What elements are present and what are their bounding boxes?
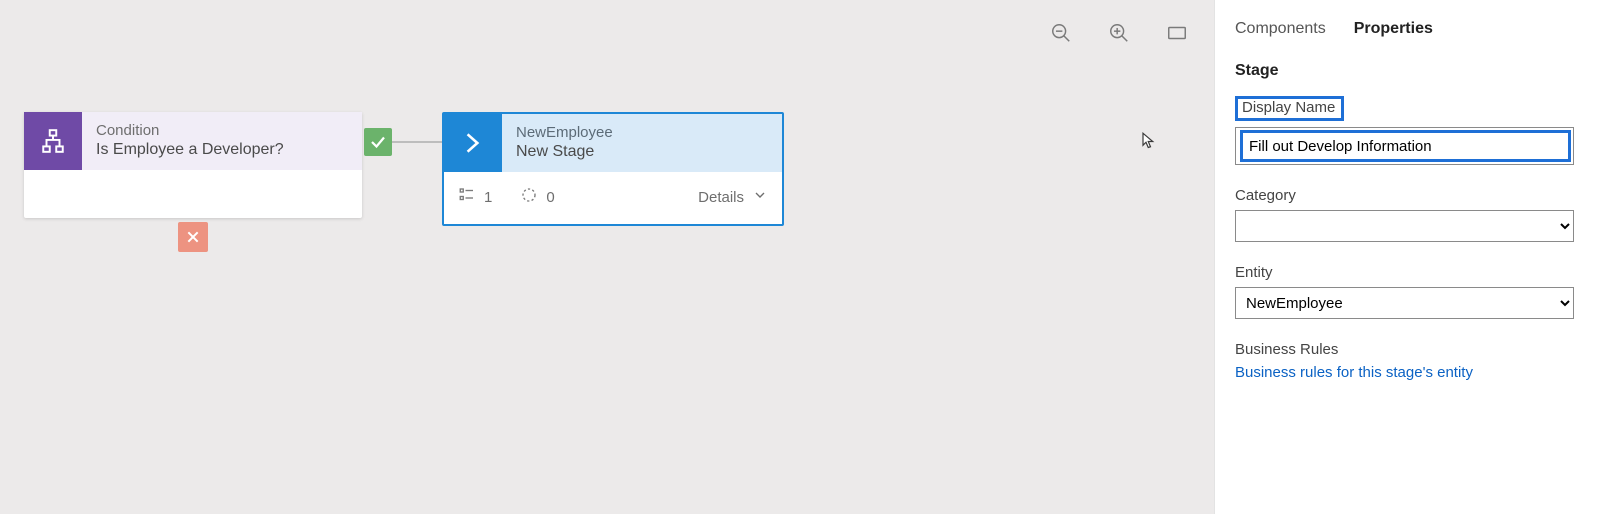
business-rules-block: Business Rules Business rules for this s… — [1235, 341, 1574, 382]
dashed-circle-icon — [520, 186, 538, 208]
stage-steps-metric: 1 — [458, 186, 492, 208]
stage-title-label: New Stage — [516, 142, 613, 161]
business-rules-label: Business Rules — [1235, 341, 1574, 358]
stage-node[interactable]: NewEmployee New Stage 1 0 Details — [442, 112, 784, 226]
fit-to-screen-icon[interactable] — [1166, 22, 1188, 49]
tab-components[interactable]: Components — [1235, 20, 1326, 38]
chevron-down-icon — [752, 187, 768, 207]
stage-header: NewEmployee New Stage — [444, 114, 782, 172]
properties-panel: Components Properties Stage Display Name… — [1214, 0, 1600, 514]
datasteps-count: 0 — [546, 189, 554, 206]
business-rules-link[interactable]: Business rules for this stage's entity — [1235, 364, 1473, 381]
category-field: Category — [1235, 187, 1574, 242]
tab-properties[interactable]: Properties — [1354, 20, 1433, 38]
display-name-label: Display Name — [1235, 96, 1344, 121]
branch-false-icon[interactable] — [178, 222, 208, 252]
condition-kind-label: Condition — [96, 122, 284, 140]
condition-title-label: Is Employee a Developer? — [96, 140, 284, 159]
steps-icon — [458, 186, 476, 208]
details-toggle[interactable]: Details — [698, 187, 768, 207]
condition-node[interactable]: Condition Is Employee a Developer? — [24, 112, 362, 218]
condition-header: Condition Is Employee a Developer? — [24, 112, 362, 170]
entity-select[interactable]: NewEmployee — [1235, 287, 1574, 319]
stage-icon — [444, 114, 502, 172]
category-label: Category — [1235, 187, 1574, 204]
branch-true-icon[interactable] — [364, 128, 392, 156]
display-name-input[interactable] — [1240, 130, 1571, 162]
details-label: Details — [698, 189, 744, 206]
stage-entity-label: NewEmployee — [516, 124, 613, 142]
condition-icon — [24, 112, 82, 170]
entity-label: Entity — [1235, 264, 1574, 281]
zoom-out-icon[interactable] — [1050, 22, 1072, 49]
zoom-in-icon[interactable] — [1108, 22, 1130, 49]
connector-line — [392, 141, 442, 143]
category-select[interactable] — [1235, 210, 1574, 242]
panel-section-title: Stage — [1235, 62, 1574, 80]
canvas-toolbar — [1050, 22, 1188, 49]
stage-footer: 1 0 Details — [444, 172, 782, 222]
panel-tabs: Components Properties — [1235, 20, 1574, 38]
mouse-cursor-icon — [1140, 128, 1158, 152]
steps-count: 1 — [484, 189, 492, 206]
display-name-field: Display Name — [1235, 96, 1574, 165]
entity-field: Entity NewEmployee — [1235, 264, 1574, 319]
stage-datasteps-metric: 0 — [520, 186, 554, 208]
